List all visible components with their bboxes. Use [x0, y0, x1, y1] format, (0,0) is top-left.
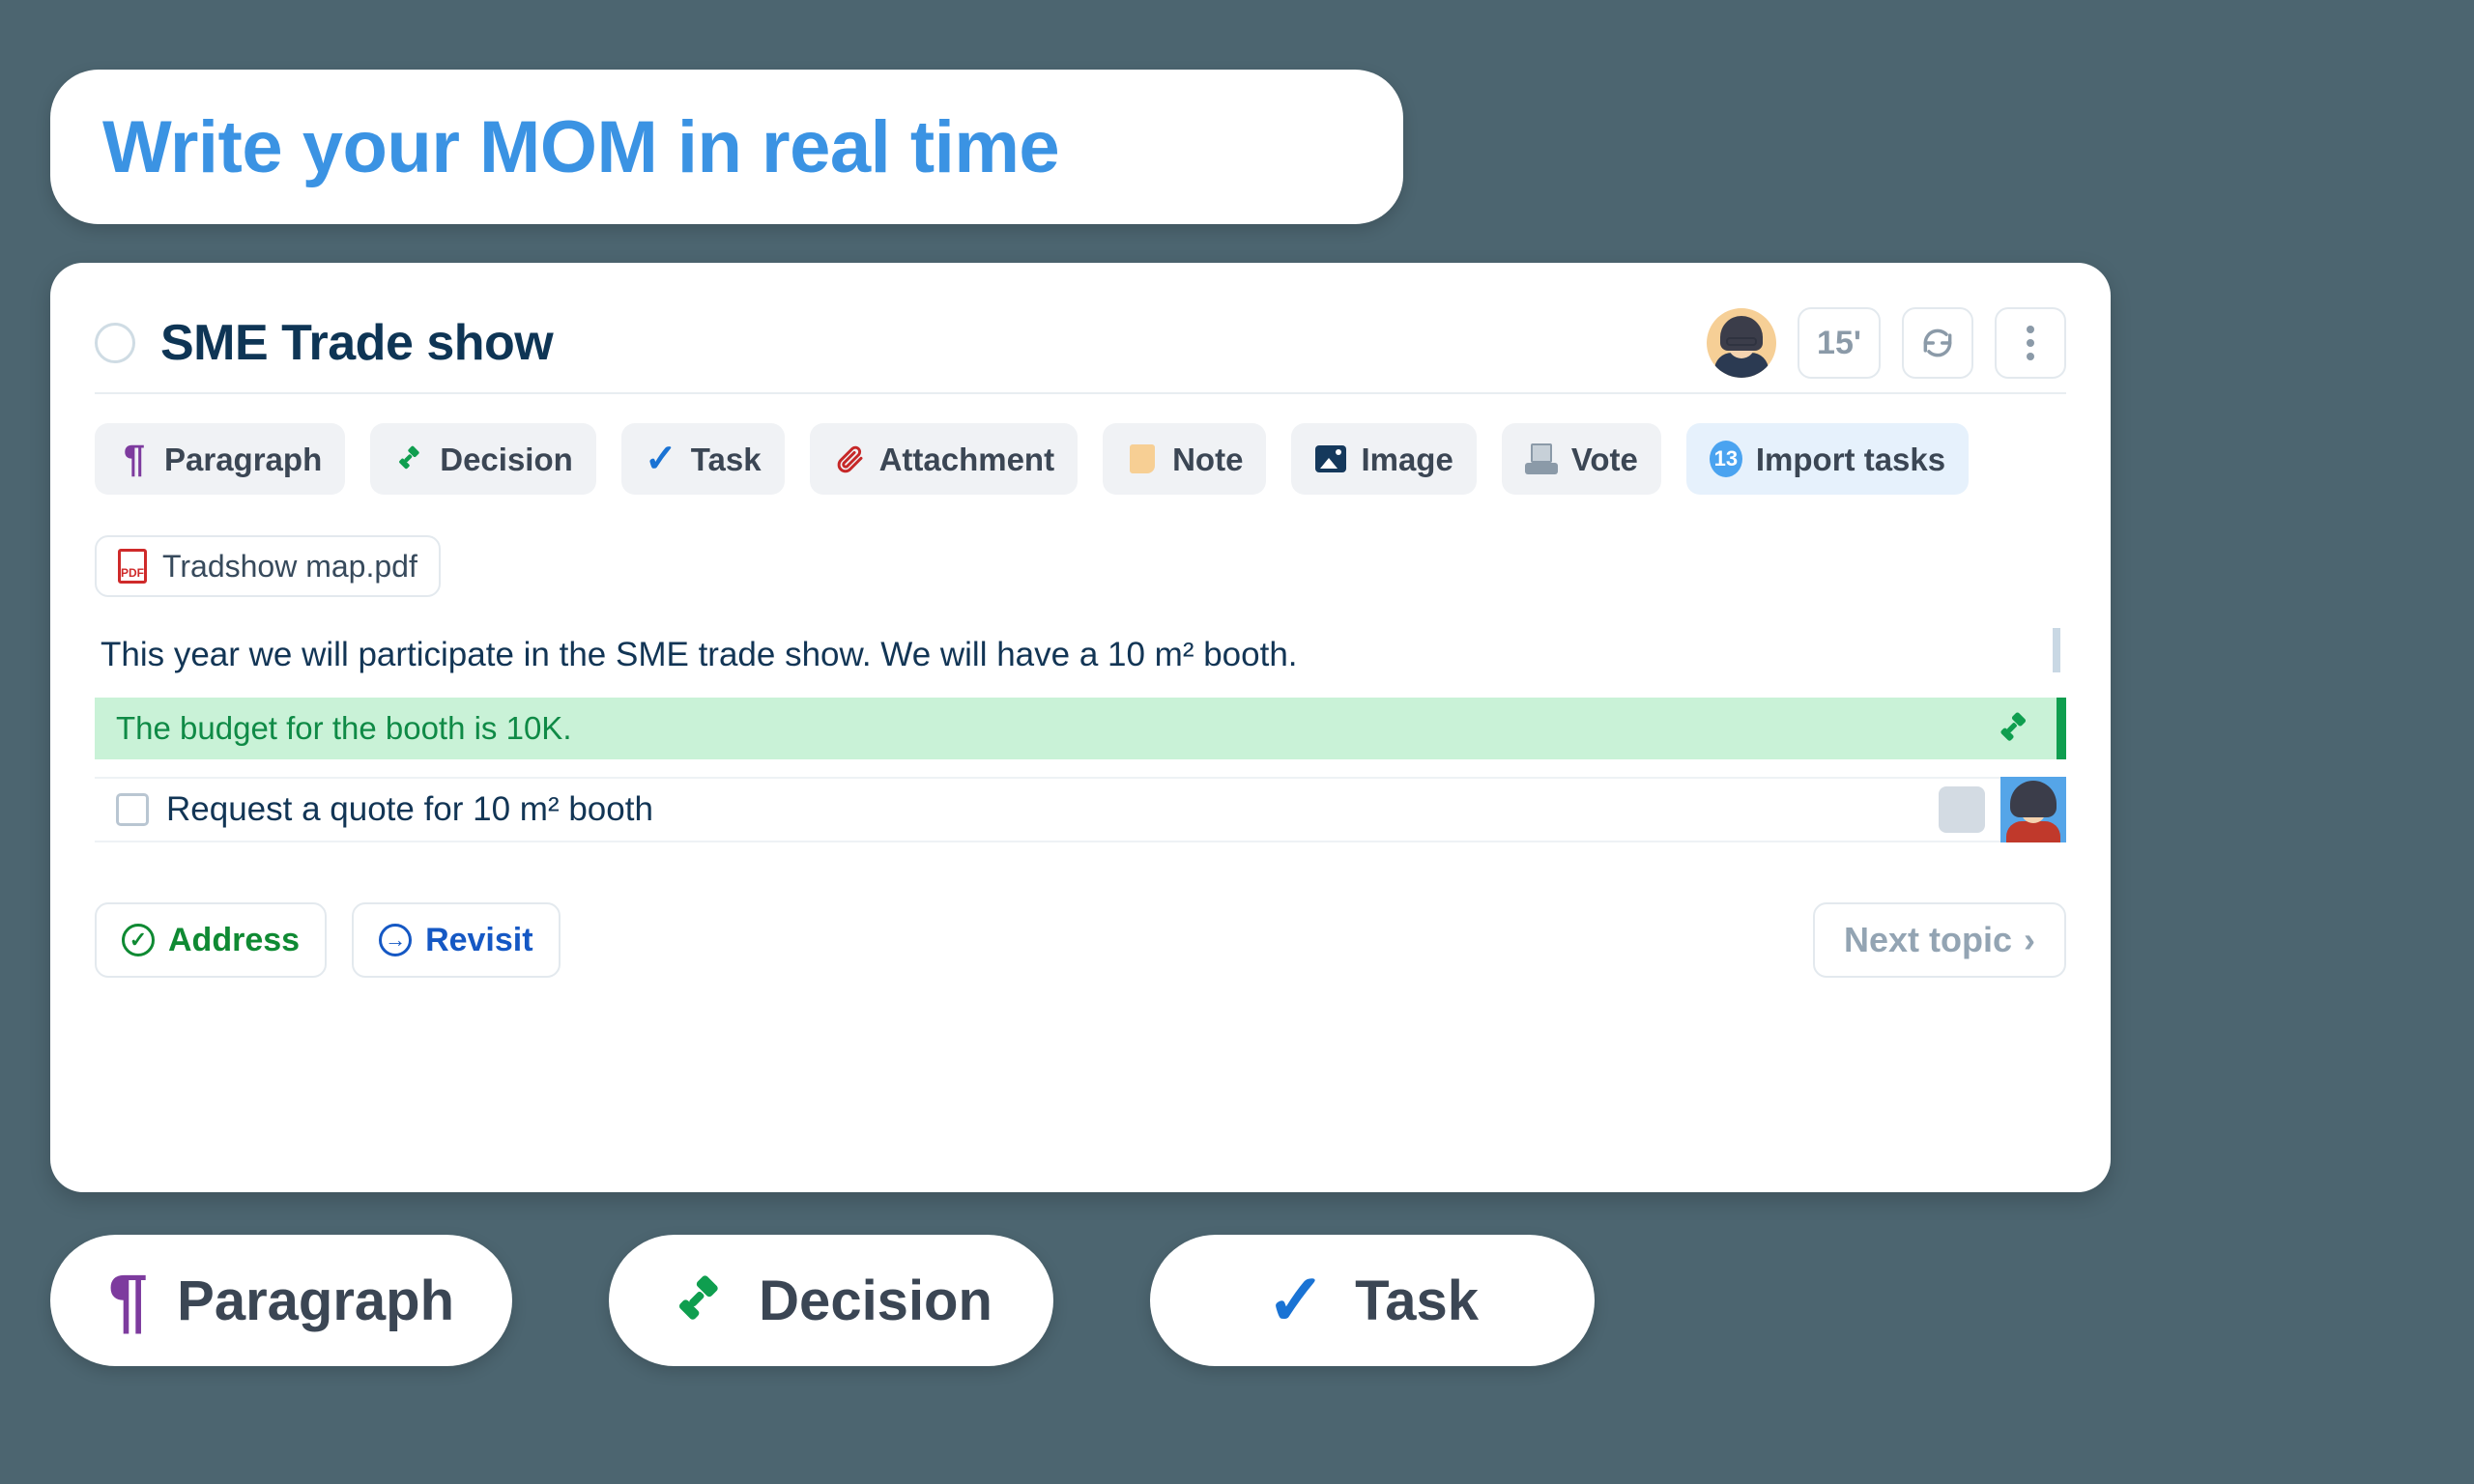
pill-label: Decision [759, 1269, 992, 1332]
pill-task[interactable]: ✓ Task [1150, 1235, 1596, 1366]
toolbar-label: Paragraph [164, 441, 323, 477]
avatar-glasses [1726, 337, 1757, 346]
gavel-icon [393, 442, 426, 475]
pill-row: ¶ Paragraph Decision ✓ Task [50, 1235, 1596, 1366]
decision-text: The budget for the booth is 10K. [116, 710, 572, 746]
avatar-assignee[interactable] [2000, 777, 2066, 842]
duration-label: 15' [1817, 324, 1861, 361]
topic-card: SME Trade show 15' ¶ Paragraph Decision … [50, 263, 2111, 1192]
toolbar-label: Decision [440, 441, 573, 477]
insert-toolbar: ¶ Paragraph Decision ✓ Task Attachment N… [95, 423, 2066, 495]
duration-button[interactable]: 15' [1798, 307, 1881, 379]
toolbar-label: Import tasks [1755, 441, 1946, 477]
gavel-icon [670, 1270, 730, 1330]
revisit-button[interactable]: → Revisit [352, 902, 561, 978]
avatar-facilitator[interactable] [1707, 308, 1776, 378]
task-meta [1939, 777, 2066, 842]
task-block[interactable]: Request a quote for 10 m² booth [95, 777, 2066, 842]
decision-edge-marker [2057, 698, 2066, 759]
pilcrow-icon: ¶ [108, 1260, 149, 1340]
pilcrow-icon: ¶ [123, 438, 146, 480]
toolbar-item-decision[interactable]: Decision [370, 423, 596, 495]
refresh-icon [1923, 328, 1952, 357]
refresh-button[interactable] [1902, 307, 1973, 379]
pill-decision[interactable]: Decision [609, 1235, 1054, 1366]
pill-paragraph[interactable]: ¶ Paragraph [50, 1235, 513, 1366]
paragraph-block[interactable]: This year we will participate in the SME… [95, 626, 2066, 684]
badge-count-icon: 13 [1709, 441, 1742, 477]
avatar-shirt [2006, 821, 2060, 842]
address-label: Address [168, 921, 301, 958]
task-checkbox[interactable] [116, 793, 149, 826]
toolbar-item-task[interactable]: ✓ Task [620, 423, 785, 495]
import-count-badge: 13 [1709, 441, 1742, 477]
toolbar-label: Attachment [878, 441, 1055, 477]
avatar-hair [2010, 781, 2057, 817]
ballot-box-icon [1524, 442, 1558, 475]
pill-label: Paragraph [177, 1269, 455, 1332]
topic-title: SME Trade show [160, 315, 554, 371]
screen: Write your MOM in real time SME Trade sh… [0, 0, 2474, 1484]
toolbar-label: Note [1172, 441, 1244, 477]
task-text: Request a quote for 10 m² booth [166, 790, 653, 828]
checkmark-icon: ✓ [645, 438, 677, 480]
chevron-right-icon: › [2024, 920, 2035, 959]
pill-label: Task [1355, 1269, 1479, 1332]
card-header: SME Trade show 15' [95, 305, 2066, 394]
next-topic-label: Next topic [1843, 920, 2012, 959]
text-caret [2053, 628, 2060, 672]
task-due-placeholder[interactable] [1939, 786, 1985, 833]
attachment-chip[interactable]: PDF Tradshow map.pdf [95, 535, 441, 597]
toolbar-item-paragraph[interactable]: ¶ Paragraph [95, 423, 346, 495]
header-controls: 15' [1707, 307, 2066, 379]
page-title: Write your MOM in real time [102, 105, 1060, 188]
next-topic-button[interactable]: Next topic › [1812, 902, 2066, 978]
toolbar-label: Vote [1570, 441, 1638, 477]
toolbar-item-import-tasks[interactable]: 13 Import tasks [1685, 423, 1970, 495]
toolbar-item-attachment[interactable]: Attachment [809, 423, 1079, 495]
pdf-file-icon: PDF [118, 549, 147, 584]
paperclip-icon [833, 442, 866, 475]
toolbar-label: Image [1361, 441, 1453, 477]
paragraph-text: This year we will participate in the SME… [101, 636, 1298, 673]
image-icon [1314, 442, 1347, 475]
address-button[interactable]: ✓ Address [95, 902, 328, 978]
toolbar-item-vote[interactable]: Vote [1501, 423, 1661, 495]
check-circle-icon: ✓ [122, 924, 155, 956]
topic-status-radio[interactable] [95, 323, 135, 363]
toolbar-label: Task [690, 441, 762, 477]
card-footer: ✓ Address → Revisit Next topic › [95, 902, 2066, 978]
gavel-icon [1995, 709, 2033, 748]
checkmark-icon: ✓ [1266, 1260, 1327, 1340]
hero-title-card: Write your MOM in real time [50, 70, 1403, 224]
decision-block[interactable]: The budget for the booth is 10K. [95, 698, 2066, 759]
sticky-note-icon [1126, 442, 1159, 475]
toolbar-item-note[interactable]: Note [1103, 423, 1267, 495]
more-menu-button[interactable] [1995, 307, 2066, 379]
toolbar-item-image[interactable]: Image [1291, 423, 1477, 495]
arrow-right-circle-icon: → [379, 924, 413, 956]
attachment-filename: Tradshow map.pdf [162, 548, 417, 584]
revisit-label: Revisit [425, 921, 533, 958]
more-vertical-icon [2027, 326, 2034, 360]
